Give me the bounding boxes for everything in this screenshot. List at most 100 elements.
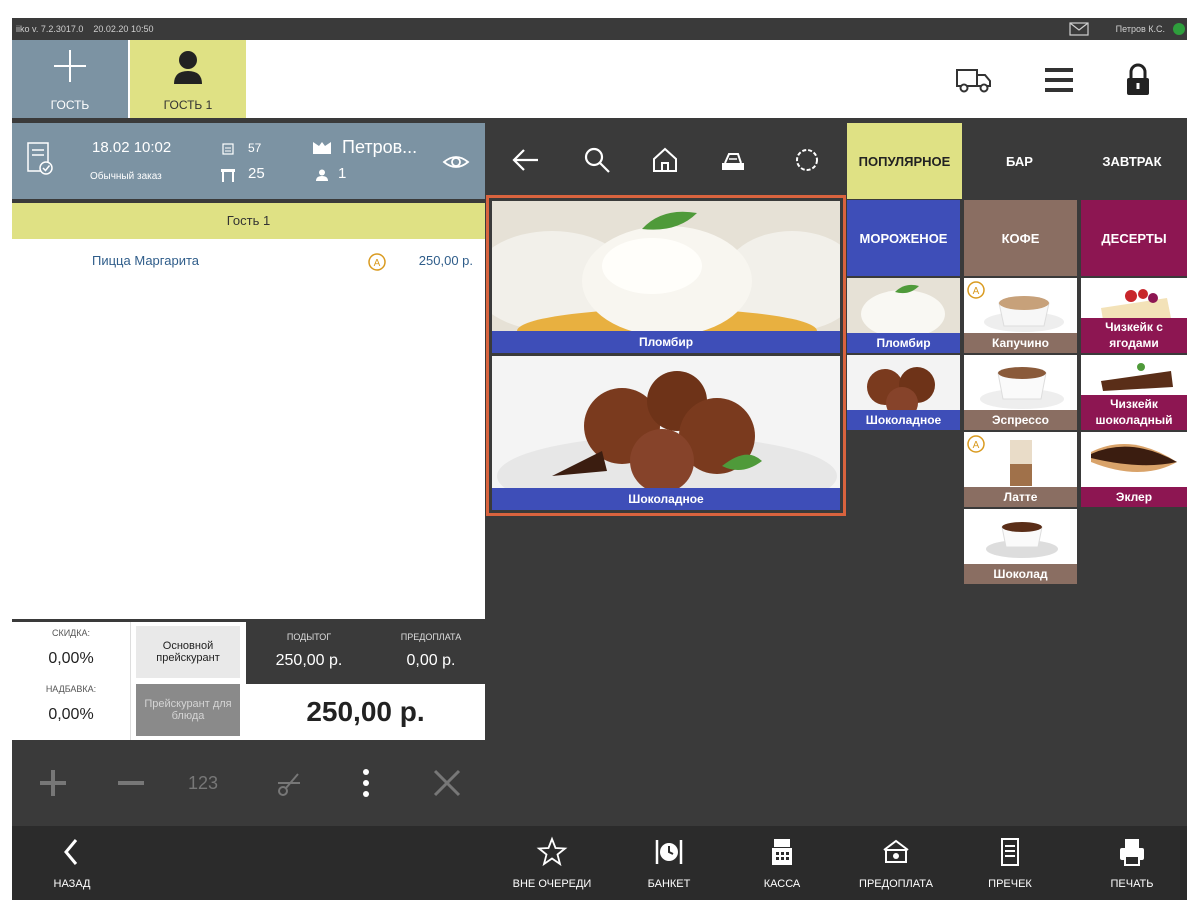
svg-text:A: A [973, 286, 980, 297]
order-header[interactable]: 18.02 10:02 Обычный заказ 57 25 Петров..… [12, 123, 485, 199]
product-icecream-chocolate[interactable]: Шоколадное [847, 355, 960, 430]
guests-count-icon [316, 169, 328, 181]
printer-icon [1120, 839, 1144, 866]
product-label: Чизкейк с ягодами [1081, 318, 1187, 353]
prepayment-label: ПРЕДОПЛАТА [859, 878, 933, 890]
prepayment-button[interactable]: ПРЕДОПЛАТА [846, 826, 946, 900]
back-arrow-icon[interactable] [511, 145, 541, 175]
status-datetime: 20.02.20 10:50 [93, 24, 154, 34]
category-coffee[interactable]: КОФЕ [964, 200, 1077, 276]
menu-icon[interactable] [1037, 58, 1081, 102]
print-button[interactable]: ПЕЧАТЬ [1082, 826, 1182, 900]
prepay-label: ПРЕДОПЛАТА [400, 632, 462, 642]
svg-text:A: A [973, 440, 980, 451]
app-version: iiko v. 7.2.3017.0 [16, 24, 84, 34]
featured-product-plombir[interactable]: Пломбир [492, 201, 840, 353]
table-number: 25 [248, 165, 265, 182]
category-popular[interactable]: ПОПУЛЯРНОЕ [847, 123, 962, 199]
svg-text:A: A [374, 258, 381, 269]
product-coffee-chocolate[interactable]: Шоколад [964, 509, 1077, 584]
priority-label: ВНЕ ОЧЕРЕДИ [512, 878, 592, 890]
delete-icon[interactable] [432, 768, 462, 798]
home-icon[interactable] [650, 145, 680, 175]
product-coffee-latte[interactable]: A Латте [964, 432, 1077, 507]
category-icecream[interactable]: МОРОЖЕНОЕ [847, 200, 960, 276]
precheck-label: ПРЕЧЕК [988, 878, 1032, 890]
modifier-circle-icon[interactable] [792, 145, 822, 175]
product-dessert-berry-cheesecake[interactable]: Чизкейк с ягодами [1081, 278, 1187, 353]
waiter-name: Петров... [342, 137, 418, 157]
order-items-list: Пицца Маргарита A 250,00 р. [12, 239, 485, 619]
order-receipt-icon [27, 142, 53, 175]
total-value: 250,00 р. [246, 684, 485, 740]
status-left: iiko v. 7.2.3017.0 20.02.20 10:50 [16, 18, 153, 40]
guest-tab[interactable]: ГОСТЬ 1 [130, 40, 246, 118]
add-guest-button[interactable]: ГОСТЬ [12, 40, 128, 118]
order-number: 57 [248, 141, 262, 155]
mail-icon[interactable] [1069, 22, 1089, 36]
cashier-label: КАССА [763, 878, 801, 890]
product-icecream-plombir[interactable]: Пломбир [847, 278, 960, 353]
product-label: Шоколад [964, 564, 1077, 584]
cashier-scale-icon[interactable] [718, 145, 748, 175]
order-guest-title[interactable]: Гость 1 [12, 203, 485, 239]
check-number-icon [222, 143, 234, 155]
star-icon [536, 836, 568, 867]
chevron-left-icon [64, 839, 78, 865]
banquet-clock-icon [655, 840, 683, 864]
order-item-price: 250,00 р. [418, 253, 473, 268]
banquet-label: БАНКЕТ [647, 878, 691, 890]
discount-panel[interactable]: СКИДКА: 0,00% НАДБАВКА: 0,00% [12, 622, 131, 740]
dish-pricelist-button[interactable]: Прейскурант для блюда [136, 684, 240, 736]
featured-product-chocolate[interactable]: Шоколадное [492, 356, 840, 510]
alcohol-warning-icon: A [368, 253, 386, 271]
surcharge-value: 0,00% [48, 706, 94, 723]
cash-register-icon [772, 839, 792, 865]
product-label: Эспрессо [964, 410, 1077, 430]
order-datetime: 18.02 10:02 [92, 139, 172, 156]
menu-navigation [489, 123, 839, 199]
product-label: Шоколадное [847, 410, 960, 430]
order-tools: 123 [12, 740, 485, 826]
featured-product-chocolate-label: Шоколадное [492, 488, 840, 510]
print-label: ПЕЧАТЬ [1110, 878, 1154, 890]
product-dessert-eclair[interactable]: Эклер [1081, 432, 1187, 507]
search-icon[interactable] [582, 145, 612, 175]
back-button[interactable]: НАЗАД [22, 826, 122, 900]
subtotal-label: ПОДЫТОГ [286, 632, 332, 642]
eye-icon[interactable] [442, 153, 470, 171]
product-coffee-cappuccino[interactable]: A Капучино [964, 278, 1077, 353]
product-label: Капучино [964, 333, 1077, 353]
plus-icon[interactable] [38, 768, 68, 798]
order-item-row[interactable]: Пицца Маргарита A 250,00 р. [12, 249, 485, 273]
category-bar[interactable]: БАР [962, 123, 1077, 199]
prepayment-icon [883, 839, 909, 863]
quantity-button[interactable]: 123 [188, 773, 218, 794]
priority-button[interactable]: ВНЕ ОЧЕРЕДИ [502, 826, 602, 900]
delivery-truck-icon[interactable] [952, 58, 996, 102]
discount-value: 0,00% [48, 650, 94, 667]
app-window: iiko v. 7.2.3017.0 20.02.20 10:50 Петров… [12, 18, 1187, 900]
top-bar: ГОСТЬ ГОСТЬ 1 [12, 40, 1187, 118]
more-options-icon[interactable] [356, 766, 376, 800]
product-label: Пломбир [847, 333, 960, 353]
split-scissors-icon[interactable] [274, 768, 304, 798]
minus-icon[interactable] [116, 768, 146, 798]
cashier-button[interactable]: КАССА [732, 826, 832, 900]
product-dessert-chocolate-cheesecake[interactable]: Чизкейк шоколадный [1081, 355, 1187, 430]
online-status-icon [1173, 23, 1185, 35]
precheck-button[interactable]: ПРЕЧЕК [960, 826, 1060, 900]
banquet-button[interactable]: БАНКЕТ [619, 826, 719, 900]
lock-icon[interactable] [1116, 58, 1160, 102]
featured-product-plombir-label: Пломбир [492, 331, 840, 353]
prepay-value: 0,00 р. [406, 652, 456, 669]
order-item-name: Пицца Маргарита [92, 253, 199, 268]
product-coffee-espresso[interactable]: Эспрессо [964, 355, 1077, 430]
waiter-icon [313, 142, 331, 154]
subtotal-value: 250,00 р. [275, 652, 343, 669]
category-desserts[interactable]: ДЕСЕРТЫ [1081, 200, 1187, 276]
category-breakfast[interactable]: ЗАВТРАК [1077, 123, 1187, 199]
main-pricelist-button[interactable]: Основной прейскурант [136, 626, 240, 678]
guests-count: 1 [338, 165, 347, 182]
chocolate-icecream-photo [492, 356, 840, 510]
